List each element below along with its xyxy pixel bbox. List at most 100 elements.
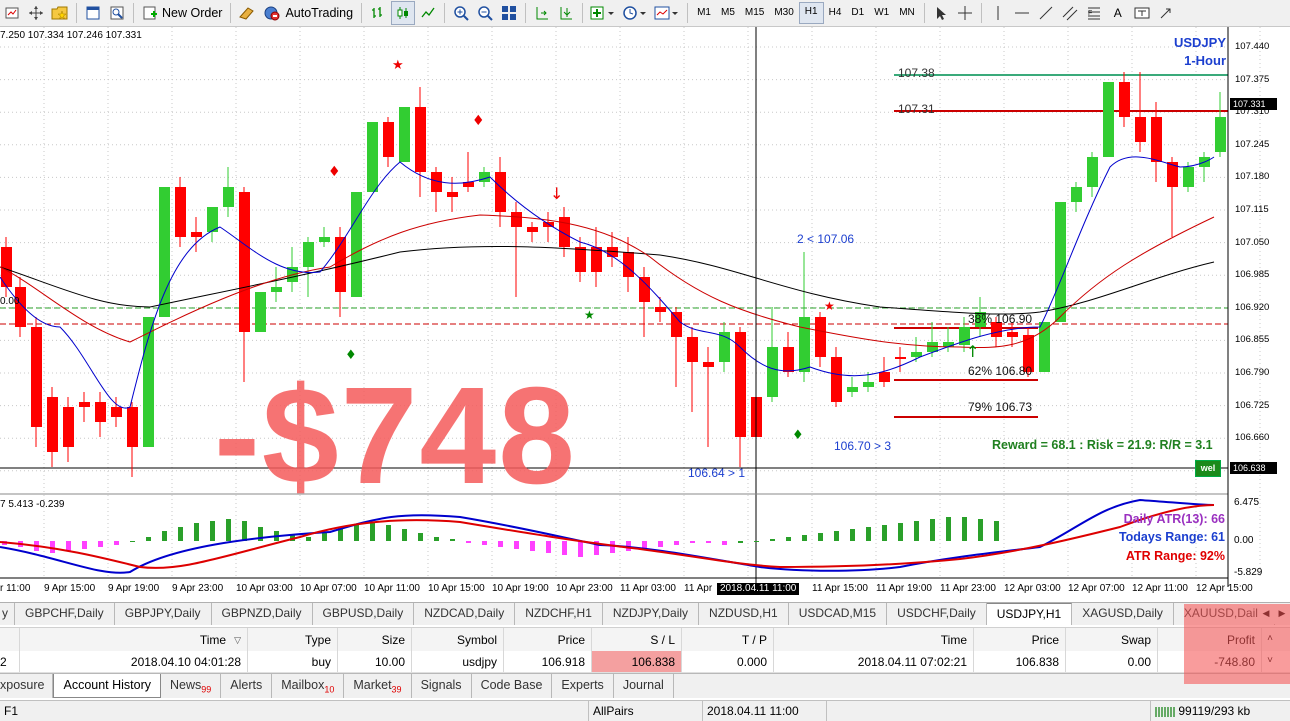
crosshair-time-label: 2018.04.11 11:00	[720, 583, 797, 594]
terminal-tab[interactable]: Account History	[53, 674, 162, 698]
timeframe-m30[interactable]: M30	[769, 3, 798, 23]
toolbar-separator	[582, 3, 584, 23]
timeframe-w1[interactable]: W1	[869, 3, 894, 23]
terminal-tab[interactable]: Experts	[552, 674, 614, 698]
auto-scroll-icon[interactable]	[531, 2, 553, 24]
histogram-bar	[786, 537, 791, 541]
header-price[interactable]: Price	[504, 628, 592, 652]
chart-tab[interactable]: XAGUSD,Daily	[1072, 603, 1174, 625]
terminal-tab[interactable]: Mailbox10	[272, 674, 345, 698]
indicator-axis-zero: 0.00	[1234, 535, 1254, 546]
time-axis[interactable]: r 11:00 9 Apr 15:00 9 Apr 19:00 9 Apr 23:00…	[0, 583, 1253, 597]
timeframe-h1[interactable]: H1	[798, 2, 824, 24]
terminal-tab[interactable]: xposure	[0, 674, 54, 698]
templates-icon[interactable]	[652, 2, 682, 24]
cell-take-profit: 0.000	[682, 651, 774, 672]
timeframe-m5[interactable]: M5	[716, 3, 740, 23]
timeframe-m1[interactable]: M1	[692, 3, 716, 23]
histogram-bar	[770, 539, 775, 541]
terminal-tab[interactable]: Market39	[344, 674, 412, 698]
chart-tab[interactable]: GBPUSD,Daily	[313, 603, 415, 625]
timeframe-mn[interactable]: MN	[894, 3, 920, 23]
histogram-bar	[450, 539, 455, 541]
chart-tab[interactable]: NZDCAD,Daily	[414, 603, 516, 625]
new-order-label: New Order	[162, 6, 223, 20]
new-chart-icon[interactable]	[1, 2, 23, 24]
candle-body	[639, 277, 650, 302]
navigator-window-icon[interactable]	[82, 2, 104, 24]
chart-shift-icon[interactable]	[555, 2, 577, 24]
chart-symbol: USDJPY	[1173, 35, 1226, 50]
main-toolbar: New Order AutoTrading M1 M5 M15 M30 H1 H…	[0, 0, 1290, 27]
chart-tab[interactable]: NZDJPY,Daily	[603, 603, 700, 625]
terminal-tab[interactable]: News99	[161, 674, 222, 698]
text-label-icon[interactable]	[1131, 2, 1153, 24]
price-tick-label: 107.180	[1235, 171, 1270, 183]
candle-body	[15, 287, 26, 327]
tile-windows-icon[interactable]	[498, 2, 520, 24]
favorites-folder-icon[interactable]	[49, 2, 71, 24]
header-symbol[interactable]: Symbol	[412, 628, 504, 652]
chart-tab[interactable]: USDJPY,H1	[986, 603, 1073, 625]
sort-arrow-icon: ▽	[234, 634, 241, 645]
chart-tab[interactable]: USDCAD,M15	[789, 603, 888, 625]
trendline-icon[interactable]	[1035, 2, 1057, 24]
terminal-tab[interactable]: Journal	[614, 674, 674, 698]
terminal-tab[interactable]: Code Base	[472, 674, 553, 698]
zoom-in-icon[interactable]	[450, 2, 472, 24]
chart-tab[interactable]: NZDCHF,H1	[515, 603, 603, 625]
header-swap[interactable]: Swap	[1066, 628, 1158, 652]
header-open-time[interactable]: Time ▽	[20, 628, 248, 652]
crosshair-icon[interactable]	[954, 2, 976, 24]
chart-window[interactable]: ★ ♦ ♦ ↓ ★ ♦ ★ ♦ ↑ 7.250 107.334 107.246 …	[0, 27, 1290, 608]
status-traffic[interactable]: 99119/293 kb	[1150, 701, 1290, 721]
terminal-tab-label: Account History	[63, 678, 152, 692]
equidistant-channel-icon[interactable]	[1059, 2, 1081, 24]
chart-tab[interactable]: GBPNZD,Daily	[212, 603, 313, 625]
indicators-list-icon[interactable]	[588, 2, 618, 24]
candle-body	[847, 387, 858, 392]
header-tp[interactable]: T / P	[682, 628, 774, 652]
header-sl[interactable]: S / L	[592, 628, 682, 652]
line-chart-icon[interactable]	[417, 2, 439, 24]
header-size[interactable]: Size	[338, 628, 412, 652]
terminal-tab[interactable]: Signals	[412, 674, 472, 698]
table-row[interactable]: 2 2018.04.10 04:01:28 buy 10.00 usdjpy 1…	[0, 651, 1290, 673]
red-star-marker: ★	[392, 58, 404, 73]
chart-tab[interactable]: USDCHF,Daily	[887, 603, 987, 625]
terminal-window-icon[interactable]	[106, 2, 128, 24]
status-profile[interactable]: AllPairs	[588, 701, 703, 721]
timeframe-h4[interactable]: H4	[824, 3, 847, 23]
crosshair-move-icon[interactable]	[25, 2, 47, 24]
histogram-bar	[546, 541, 551, 553]
swing-high-label: 2 < 107.06	[797, 232, 855, 246]
terminal-tab[interactable]: Alerts	[221, 674, 273, 698]
arrows-dropdown-icon[interactable]	[1155, 2, 1177, 24]
text-tool-icon[interactable]: A	[1107, 2, 1129, 24]
chart-tab[interactable]: GBPCHF,Daily	[15, 603, 115, 625]
chart-tab[interactable]: y	[0, 603, 15, 625]
candlestick-chart-icon[interactable]	[391, 1, 416, 25]
chart-tab[interactable]: GBPJPY,Daily	[115, 603, 212, 625]
fibonacci-icon[interactable]: F	[1083, 2, 1105, 24]
header-close-price[interactable]: Price	[974, 628, 1066, 652]
chart-tab[interactable]: NZDUSD,H1	[699, 603, 789, 625]
header-close-time[interactable]: Time	[774, 628, 974, 652]
toolbar-separator	[76, 3, 77, 23]
new-order-button[interactable]: New Order	[138, 2, 226, 24]
header-type[interactable]: Type	[248, 628, 338, 652]
timeframe-d1[interactable]: D1	[846, 3, 869, 23]
timeframe-m15[interactable]: M15	[740, 3, 769, 23]
cursor-icon[interactable]	[930, 2, 952, 24]
candle-body	[1119, 82, 1130, 117]
periods-clock-icon[interactable]	[620, 2, 650, 24]
vertical-line-icon[interactable]	[987, 2, 1009, 24]
terminal-tab-label: xposure	[0, 678, 45, 692]
time-tick-label: 12 Apr 07:00	[1068, 583, 1125, 594]
bar-chart-icon[interactable]	[367, 2, 389, 24]
candle-body	[31, 327, 42, 427]
zoom-out-icon[interactable]	[474, 2, 496, 24]
horizontal-line-icon[interactable]	[1011, 2, 1033, 24]
metaeditor-icon[interactable]	[236, 2, 258, 24]
autotrading-button[interactable]: AutoTrading	[259, 2, 357, 24]
